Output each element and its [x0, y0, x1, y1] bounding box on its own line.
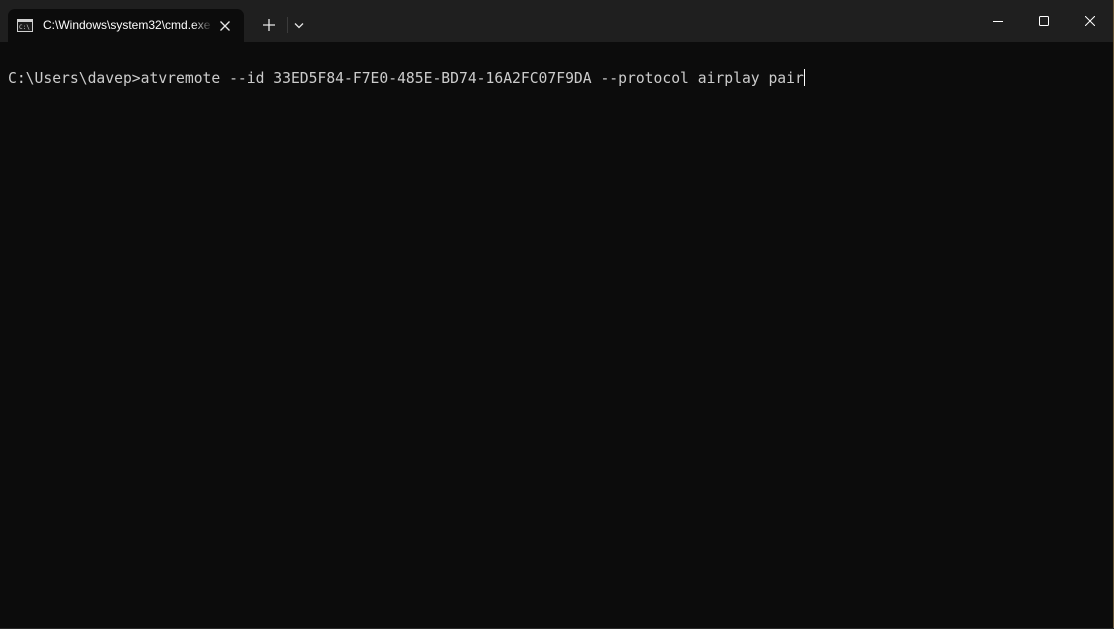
- chevron-down-icon: [294, 23, 304, 29]
- command-line: C:\Users\davep>atvremote --id 33ED5F84-F…: [8, 69, 805, 89]
- title-bar[interactable]: C:\ C:\Windows\system32\cmd.exe: [0, 0, 1114, 42]
- maximize-button[interactable]: [1021, 0, 1067, 42]
- maximize-icon: [1039, 16, 1049, 26]
- close-icon: [1085, 16, 1095, 26]
- plus-icon: [263, 19, 275, 31]
- text-cursor: [803, 69, 805, 86]
- tab-divider: [287, 17, 288, 33]
- tab-close-icon[interactable]: [217, 18, 233, 34]
- terminal-window: C:\ C:\Windows\system32\cmd.exe C:\Users…: [0, 0, 1114, 629]
- tab-dropdown-button[interactable]: [290, 15, 308, 35]
- minimize-icon: [993, 21, 1003, 22]
- svg-text:C:\: C:\: [19, 24, 30, 31]
- console-icon: C:\: [17, 19, 33, 32]
- prompt: C:\Users\davep>: [8, 70, 141, 87]
- terminal-area[interactable]: C:\Users\davep>atvremote --id 33ED5F84-F…: [0, 42, 1114, 629]
- command-text: atvremote --id 33ED5F84-F7E0-485E-BD74-1…: [140, 70, 804, 87]
- new-tab-button[interactable]: [257, 13, 281, 37]
- tab-cmd[interactable]: C:\ C:\Windows\system32\cmd.exe: [8, 9, 244, 42]
- close-window-button[interactable]: [1067, 0, 1113, 42]
- tab-title: C:\Windows\system32\cmd.exe: [43, 18, 211, 32]
- minimize-button[interactable]: [975, 0, 1021, 42]
